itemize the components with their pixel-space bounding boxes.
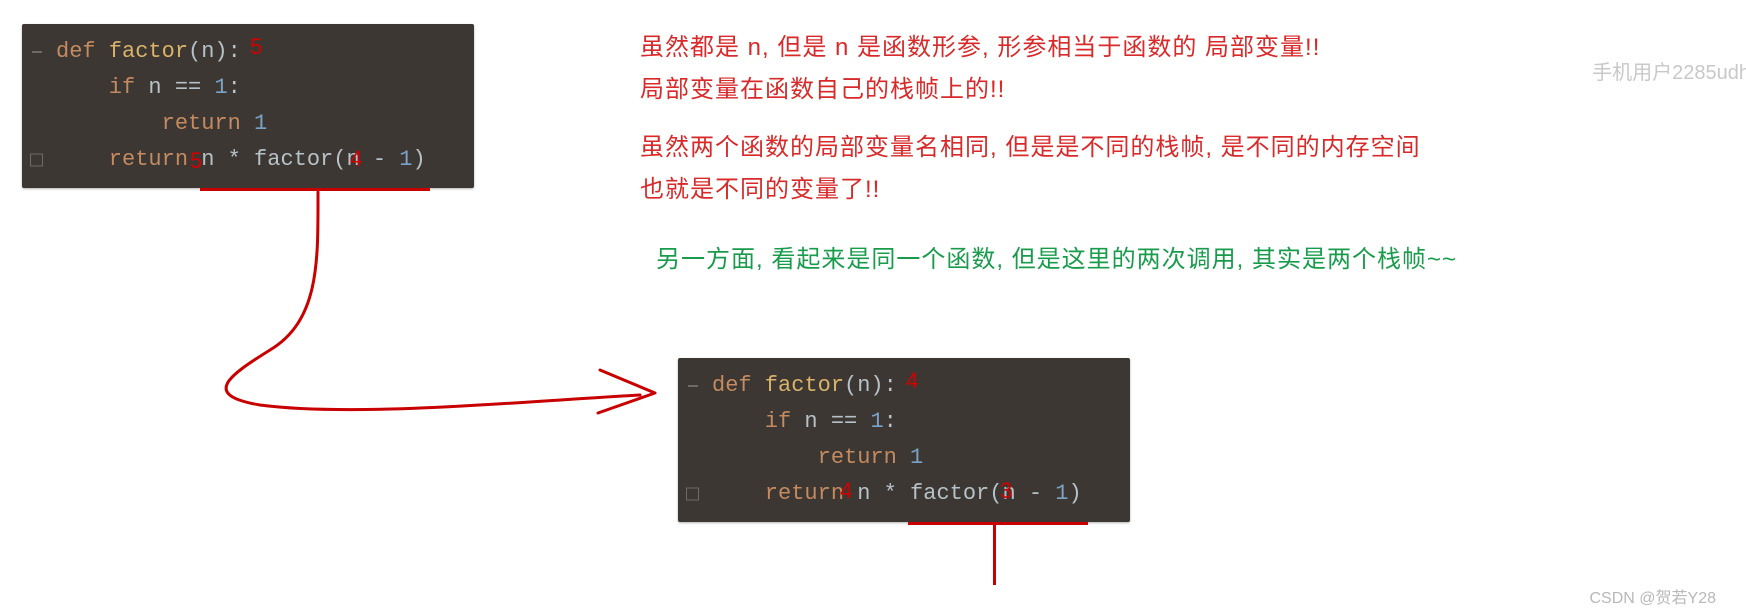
code-line: if n == 1: — [712, 404, 1112, 440]
code-snippet-1: def factor(n): if n == 1: return 1 retur… — [22, 24, 474, 188]
annotation-value: 4 — [840, 478, 852, 504]
annotation-value: 5 — [190, 148, 202, 174]
annotation-value: 4 — [350, 146, 362, 172]
note-line: 虽然都是 n, 但是 n 是函数形参, 形参相当于函数的 局部变量!! — [640, 28, 1320, 68]
underline — [908, 522, 1088, 525]
watermark-top: 手机用户2285udh — [1592, 56, 1746, 85]
code-line: return 1 — [712, 440, 1112, 476]
code-line: return n * factor(n - 1) — [56, 142, 456, 178]
underline-tail — [993, 525, 996, 585]
watermark-bottom: CSDN @贺若Y28 — [1590, 584, 1717, 608]
code-line: return n * factor(n - 1) — [712, 476, 1112, 512]
underline — [200, 188, 430, 191]
note-line: 虽然两个函数的局部变量名相同, 但是是不同的栈帧, 是不同的内存空间 — [640, 128, 1421, 168]
note-line: 另一方面, 看起来是同一个函数, 但是这里的两次调用, 其实是两个栈帧~~ — [656, 240, 1457, 280]
code-line: if n == 1: — [56, 70, 456, 106]
note-line: 局部变量在函数自己的栈帧上的!! — [640, 70, 1005, 110]
code-snippet-2: def factor(n): if n == 1: return 1 retur… — [678, 358, 1130, 522]
code-line: return 1 — [56, 106, 456, 142]
annotation-value: 5 — [250, 34, 262, 60]
annotation-value: 4 — [906, 368, 918, 394]
note-line: 也就是不同的变量了!! — [640, 170, 880, 210]
annotation-value: 3 — [1000, 478, 1012, 504]
